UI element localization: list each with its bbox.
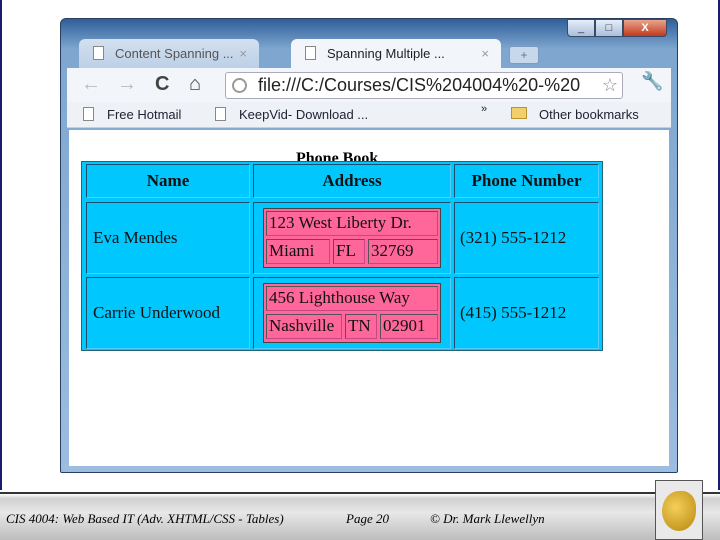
bookmark-keepvid[interactable]: KeepVid- Download ...	[239, 107, 368, 122]
cell-address: 456 Lighthouse Way Nashville TN 02901	[253, 277, 451, 349]
page-icon	[83, 107, 94, 121]
cell-address: 123 West Liberty Dr. Miami FL 32769	[253, 202, 451, 274]
close-tab-icon[interactable]: ×	[481, 39, 489, 68]
page-icon	[93, 46, 104, 60]
city: Nashville	[266, 314, 342, 339]
window-controls: _ □ X	[567, 19, 667, 37]
browser-window: _ □ X Content Spanning ... × Spanning Mu…	[60, 18, 678, 473]
maximize-button[interactable]: □	[595, 19, 623, 37]
forward-icon[interactable]: →	[117, 73, 137, 96]
header-phone: Phone Number	[454, 164, 599, 198]
home-icon[interactable]: ⌂	[189, 73, 201, 96]
cell-phone: (415) 555-1212	[454, 277, 599, 349]
address-table: 123 West Liberty Dr. Miami FL 32769	[263, 208, 441, 268]
slide-border	[0, 0, 2, 490]
new-tab-button[interactable]: +	[509, 46, 539, 64]
tab-content-spanning[interactable]: Content Spanning ... ×	[79, 39, 259, 68]
tab-label: Content Spanning ...	[115, 46, 234, 61]
close-tab-icon[interactable]: ×	[239, 39, 247, 68]
cell-phone: (321) 555-1212	[454, 202, 599, 274]
zip: 32769	[368, 239, 438, 264]
address-table: 456 Lighthouse Way Nashville TN 02901	[263, 283, 441, 343]
footer-page: Page 20	[346, 511, 389, 526]
cell-name: Carrie Underwood	[86, 277, 250, 349]
page-content: Phone Book Name Address Phone Number Eva…	[69, 130, 669, 466]
globe-icon	[232, 78, 247, 93]
phone-book-table: Name Address Phone Number Eva Mendes 123…	[81, 161, 603, 351]
close-window-button[interactable]: X	[623, 19, 667, 37]
street: 123 West Liberty Dr.	[266, 211, 438, 236]
other-bookmarks[interactable]: Other bookmarks	[539, 107, 639, 122]
footer-author: © Dr. Mark Llewellyn	[430, 511, 545, 526]
address-bar[interactable]: file:///C:/Courses/CIS%204004%20-%20 ☆	[225, 72, 623, 99]
slide-footer: CIS 4004: Web Based IT (Adv. XHTML/CSS -…	[0, 492, 720, 540]
footer-course: CIS 4004: Web Based IT (Adv. XHTML/CSS -…	[6, 511, 284, 526]
cell-name: Eva Mendes	[86, 202, 250, 274]
toolbar: ← → C ⌂ file:///C:/Courses/CIS%204004%20…	[67, 68, 671, 102]
back-icon[interactable]: ←	[81, 73, 101, 96]
street: 456 Lighthouse Way	[266, 286, 438, 311]
folder-icon	[511, 107, 527, 119]
minimize-button[interactable]: _	[567, 19, 595, 37]
tab-spanning-multiple[interactable]: Spanning Multiple ... ×	[291, 39, 501, 68]
bookmarks-overflow-button[interactable]: »	[481, 103, 487, 115]
state: TN	[345, 314, 377, 339]
reload-icon[interactable]: C	[155, 73, 169, 96]
city: Miami	[266, 239, 330, 264]
bookmarks-bar: Free Hotmail KeepVid- Download ... » Oth…	[67, 102, 671, 128]
star-icon[interactable]: ☆	[602, 73, 618, 98]
page-icon	[215, 107, 226, 121]
zip: 02901	[380, 314, 438, 339]
header-address: Address	[253, 164, 451, 198]
page-icon	[305, 46, 316, 60]
header-name: Name	[86, 164, 250, 198]
ucf-pegasus-logo	[655, 480, 703, 540]
address-text: file:///C:/Courses/CIS%204004%20-%20	[258, 75, 581, 95]
wrench-icon[interactable]: 🔧	[641, 71, 663, 92]
state: FL	[333, 239, 365, 264]
bookmark-free-hotmail[interactable]: Free Hotmail	[107, 107, 181, 122]
tab-label: Spanning Multiple ...	[327, 46, 445, 61]
